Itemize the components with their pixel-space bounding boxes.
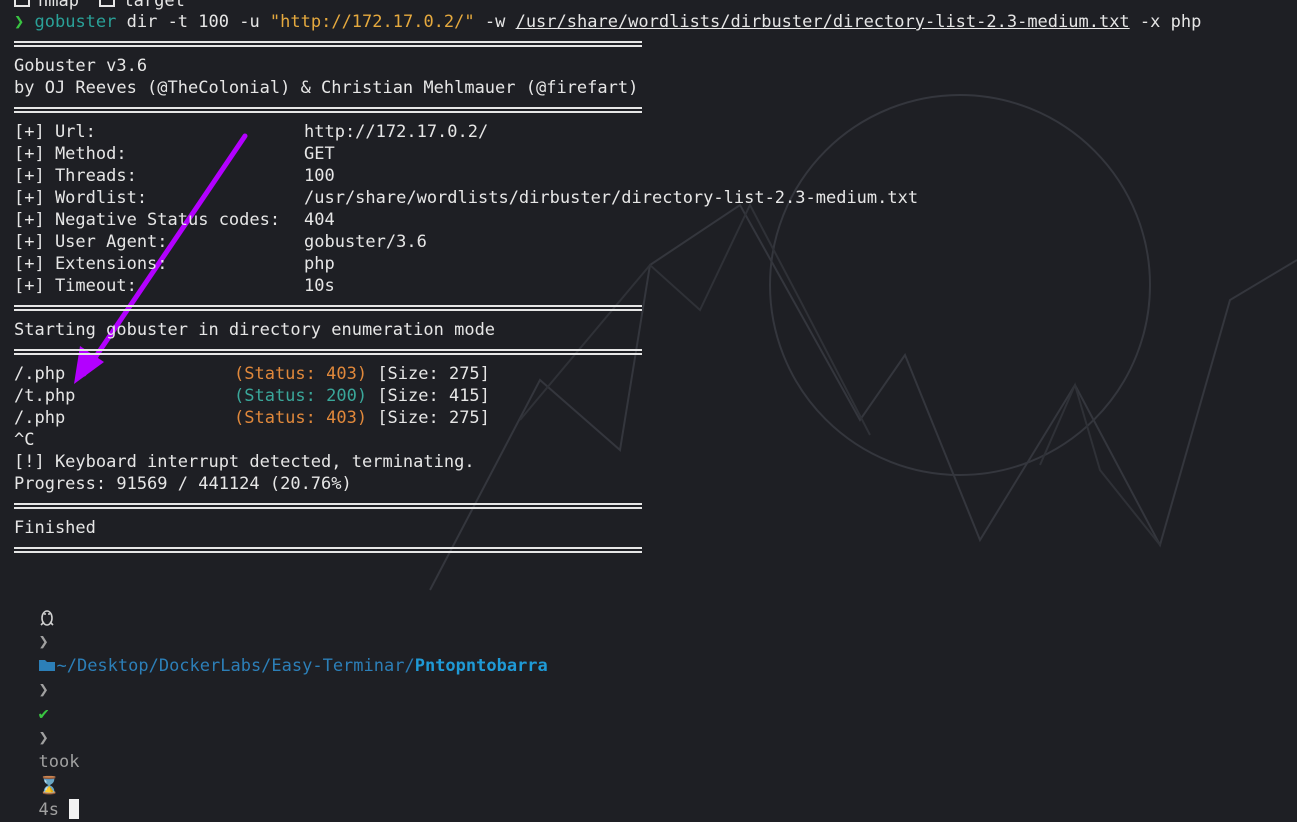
banner-version: Gobuster v3.6	[14, 56, 148, 76]
config-row: [+] Url: http://172.17.0.2/	[14, 122, 489, 142]
separator	[14, 297, 1297, 319]
command-program: gobuster	[34, 12, 117, 32]
result-row: /.php (Status: 403) [Size: 275]	[14, 364, 490, 384]
config-row: [+] User Agent: gobuster/3.6	[14, 232, 427, 252]
tab-target[interactable]: target	[123, 0, 184, 11]
starting-message: Starting gobuster in directory enumerati…	[14, 320, 496, 340]
command-rest: -x php	[1129, 12, 1202, 32]
terminal-cursor[interactable]	[68, 799, 79, 819]
tab-icon	[14, 0, 30, 7]
tab-nmap[interactable]: nmap	[38, 0, 79, 11]
tab-icon	[99, 0, 116, 7]
separator	[14, 341, 1297, 363]
separator	[14, 539, 1297, 561]
tab-bar: nmap target	[14, 0, 1297, 11]
config-row: [+] Timeout: 10s	[14, 276, 335, 296]
result-row: /.php (Status: 403) [Size: 275]	[14, 408, 490, 428]
prompt-char: ❯	[14, 12, 25, 32]
command-flag: -w	[474, 12, 516, 32]
linux-icon	[38, 606, 56, 630]
hourglass-icon: ⌛	[38, 776, 60, 796]
result-row: /t.php (Status: 200) [Size: 415]	[14, 386, 490, 406]
finished-message: Finished	[14, 518, 96, 538]
command-line: ❯ gobuster dir -t 100 -u "http://172.17.…	[14, 11, 1297, 33]
config-row: [+] Extensions: php	[14, 254, 335, 274]
config-row: [+] Threads: 100	[14, 166, 335, 186]
separator	[14, 495, 1297, 517]
path-prefix: ~/Desktop/DockerLabs/Easy-Terminar/	[56, 656, 415, 676]
took-label: took	[38, 752, 80, 772]
config-row: [+] Method: GET	[14, 144, 335, 164]
chevron-right-icon: ❯	[38, 632, 49, 652]
interrupt-char: ^C	[14, 430, 35, 450]
shell-prompt: ❯ ~/Desktop/DockerLabs/Easy-Terminar/Pnt…	[18, 582, 548, 820]
config-row: [+] Wordlist:/usr/share/wordlists/dirbus…	[14, 188, 919, 208]
separator	[14, 99, 1297, 121]
progress-line: Progress: 91569 / 441124 (20.76%)	[14, 474, 352, 494]
path-current: Pntopntobarra	[414, 656, 548, 676]
banner-authors: by OJ Reeves (@TheColonial) & Christian …	[14, 78, 639, 98]
command-url: "http://172.17.0.2/"	[269, 12, 475, 32]
interrupt-message: [!] Keyboard interrupt detected, termina…	[14, 452, 475, 472]
command-wordlist: /usr/share/wordlists/dirbuster/directory…	[515, 12, 1130, 32]
command-args: dir -t 100 -u	[116, 12, 270, 32]
chevron-right-icon: ❯	[38, 680, 49, 700]
success-check-icon: ✔	[38, 704, 49, 724]
separator	[14, 33, 1297, 55]
duration: 4s	[38, 800, 59, 820]
chevron-right-icon: ❯	[38, 728, 49, 748]
config-row: [+] Negative Status codes: 404	[14, 210, 335, 230]
terminal-output: nmap target ❯ gobuster dir -t 100 -u "ht…	[14, 0, 1297, 561]
folder-icon	[38, 654, 56, 678]
